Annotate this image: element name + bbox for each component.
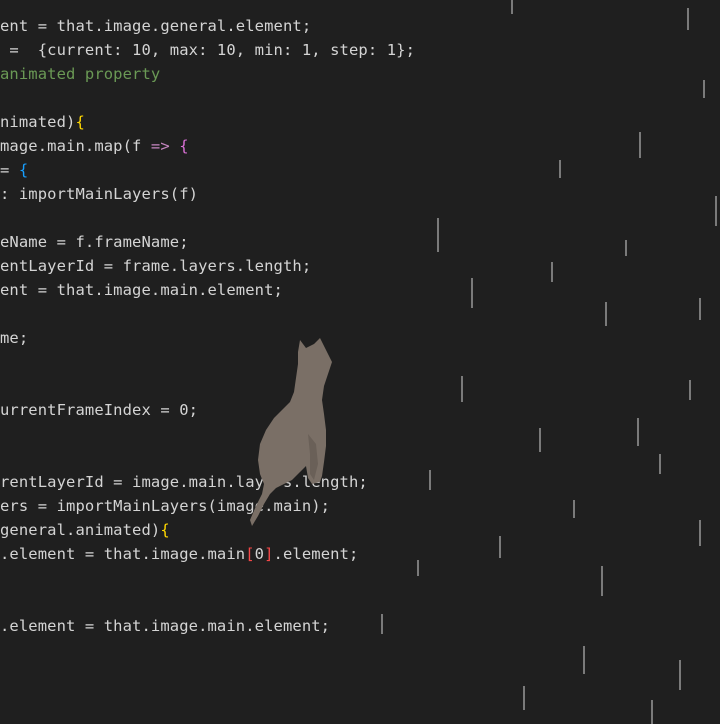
code-token: entLayerId = frame.layers.length; (0, 257, 312, 275)
code-line: nimated){ (0, 110, 85, 134)
code-line: = { (0, 158, 28, 182)
code-token: general.animated) (0, 521, 161, 539)
code-token: .element = that.image.main.element; (0, 617, 331, 635)
code-line: general.animated){ (0, 518, 170, 542)
code-token: me; (0, 329, 29, 347)
code-token: eName = f.frameName; (0, 233, 189, 251)
code-token: urrentFrameIndex = 0; (0, 401, 199, 419)
code-token: ent = that.image.main.element; (0, 281, 283, 299)
code-line: urrentFrameIndex = 0; (0, 398, 198, 422)
cat-silhouette (250, 338, 332, 526)
code-token: .element; (273, 545, 359, 563)
code-token: = (0, 161, 19, 179)
code-token: nimated) (0, 113, 76, 131)
code-token: animated property (0, 65, 161, 83)
code-line: entLayerId = frame.layers.length; (0, 254, 311, 278)
code-line: me; (0, 326, 28, 350)
code-token: ent = that.image.general.element; (0, 17, 312, 35)
code-line: .element = that.image.main.element; (0, 614, 330, 638)
code-token: { (179, 137, 189, 155)
code-line: ent = that.image.main.element; (0, 278, 283, 302)
code-token: 0 (254, 545, 265, 563)
code-line: animated property (0, 62, 160, 86)
code-token: { (18, 161, 29, 179)
code-token: = {current: 10, max: 10, min: 1, step: 1… (0, 41, 415, 59)
code-token: => (150, 137, 170, 155)
code-token: : importMainLayers(f) (0, 185, 199, 203)
code-token: .element = that.image.main (0, 545, 246, 563)
code-token: { (160, 521, 170, 539)
code-token: mage.main.map(f (0, 137, 151, 155)
code-line: : importMainLayers(f) (0, 182, 198, 206)
code-token: ] (264, 545, 274, 563)
desktop-wallpaper-scene: ent = that.image.general.element; = {cur… (0, 0, 720, 724)
code-line: .element = that.image.main[0].element; (0, 542, 358, 566)
code-line: eName = f.frameName; (0, 230, 189, 254)
code-token: { (75, 113, 85, 131)
code-line: ent = that.image.general.element; (0, 14, 311, 38)
code-line: mage.main.map(f => { (0, 134, 189, 158)
code-token: [ (245, 545, 255, 563)
code-line: = {current: 10, max: 10, min: 1, step: 1… (0, 38, 415, 62)
